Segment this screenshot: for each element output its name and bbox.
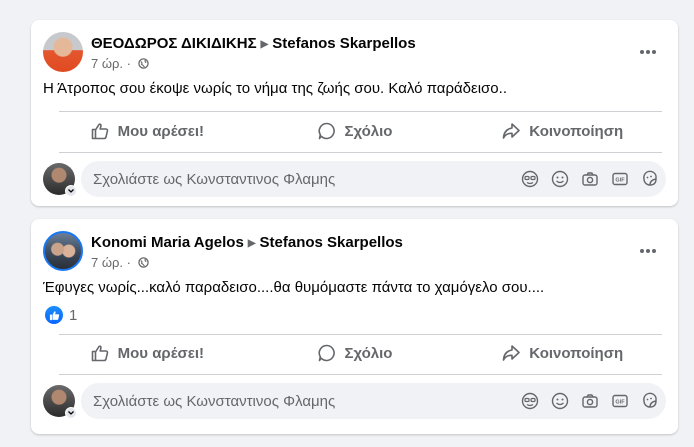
share-button[interactable]: Κοινοποίηση: [458, 113, 666, 149]
post-header: ΘΕΟΔΩΡΟΣ ΔΙΚΙΔΙΚΗΣ ▶ Stefanos Skarpellos 7…: [43, 32, 666, 74]
author-avatar[interactable]: [43, 32, 83, 72]
comment-box: GIF: [81, 383, 666, 419]
reactions-summary[interactable]: 1: [45, 306, 77, 324]
comment-composer: GIF: [43, 161, 666, 197]
svg-text:GIF: GIF: [615, 178, 625, 184]
author-avatar[interactable]: [43, 231, 83, 271]
comment-box: GIF: [81, 161, 666, 197]
avatar-sticker-icon[interactable]: [520, 169, 540, 189]
post-time[interactable]: 7 ώρ. ·: [91, 255, 131, 270]
comment-icon: [318, 122, 335, 140]
share-label: Κοινοποίηση: [529, 344, 624, 362]
post-meta: 7 ώρ. ·: [91, 255, 149, 270]
post-meta: 7 ώρ. ·: [91, 56, 149, 71]
comment-input[interactable]: [93, 383, 513, 419]
svg-text:GIF: GIF: [615, 400, 625, 406]
post-card: Konomi Maria Agelos ▶ Stefanos Skarpellos …: [31, 219, 678, 434]
like-label: Μου αρέσει!: [117, 344, 205, 362]
comment-tools: GIF: [520, 391, 660, 411]
comment-icon: [318, 344, 335, 362]
like-button[interactable]: Μου αρέσει!: [43, 113, 251, 149]
share-button[interactable]: Κοινοποίηση: [458, 335, 666, 371]
more-icon[interactable]: [636, 239, 660, 263]
author-name[interactable]: Konomi Maria Agelos: [91, 234, 244, 251]
comment-label: Σχόλιο: [344, 344, 393, 362]
post-header: Konomi Maria Agelos ▶ Stefanos Skarpellos …: [43, 231, 666, 273]
like-icon: [91, 345, 108, 362]
like-label: Μου αρέσει!: [117, 122, 205, 140]
share-icon: [502, 345, 521, 361]
like-button[interactable]: Μου αρέσει!: [43, 335, 251, 371]
post-text: Η Άτροπος σου έκοψε νωρίς το νήμα της ζω…: [43, 80, 507, 97]
target-name[interactable]: Stefanos Skarpellos: [260, 234, 403, 251]
share-icon: [502, 123, 521, 139]
triangle-right-icon: ▶: [260, 39, 269, 50]
author-name[interactable]: ΘΕΟΔΩΡΟΣ ΔΙΚΙΔΙΚΗΣ: [91, 35, 257, 52]
emoji-icon[interactable]: [550, 169, 570, 189]
divider: [59, 152, 662, 153]
globe-icon: [137, 257, 149, 268]
comment-button[interactable]: Σχόλιο: [251, 335, 459, 371]
like-reaction-icon: [45, 306, 63, 324]
post-card: ΘΕΟΔΩΡΟΣ ΔΙΚΙΔΙΚΗΣ ▶ Stefanos Skarpellos 7…: [31, 20, 678, 206]
post-time[interactable]: 7 ώρ. ·: [91, 56, 131, 71]
sticker-icon[interactable]: [640, 391, 660, 411]
triangle-right-icon: ▶: [247, 238, 256, 249]
gif-icon[interactable]: GIF: [610, 169, 630, 189]
sticker-icon[interactable]: [640, 169, 660, 189]
post-author-line: Konomi Maria Agelos ▶ Stefanos Skarpellos: [91, 234, 403, 251]
comment-composer: GIF: [43, 383, 666, 419]
divider: [59, 374, 662, 375]
gif-icon[interactable]: GIF: [610, 391, 630, 411]
post-actions: Μου αρέσει! Σχόλιο Κοινοποίηση: [43, 113, 666, 149]
like-icon: [91, 123, 108, 140]
post-author-line: ΘΕΟΔΩΡΟΣ ΔΙΚΙΔΙΚΗΣ ▶ Stefanos Skarpellos: [91, 35, 416, 52]
comment-tools: GIF: [520, 169, 660, 189]
current-user-avatar[interactable]: [43, 163, 77, 197]
share-label: Κοινοποίηση: [529, 122, 624, 140]
comment-button[interactable]: Σχόλιο: [251, 113, 459, 149]
current-user-avatar[interactable]: [43, 385, 77, 419]
chevron-down-icon: [65, 407, 77, 419]
divider: [59, 111, 662, 112]
globe-icon: [137, 58, 149, 69]
reaction-count: 1: [69, 306, 78, 324]
target-name[interactable]: Stefanos Skarpellos: [272, 35, 415, 52]
comment-label: Σχόλιο: [344, 122, 393, 140]
avatar-sticker-icon[interactable]: [520, 391, 540, 411]
post-actions: Μου αρέσει! Σχόλιο Κοινοποίηση: [43, 335, 666, 371]
comment-input[interactable]: [93, 161, 513, 197]
chevron-down-icon: [65, 185, 77, 197]
emoji-icon[interactable]: [550, 391, 570, 411]
camera-icon[interactable]: [580, 391, 600, 411]
post-text: Έφυγες νωρίς...καλό παραδεισο....θα θυμό…: [43, 279, 545, 296]
camera-icon[interactable]: [580, 169, 600, 189]
more-icon[interactable]: [636, 40, 660, 64]
